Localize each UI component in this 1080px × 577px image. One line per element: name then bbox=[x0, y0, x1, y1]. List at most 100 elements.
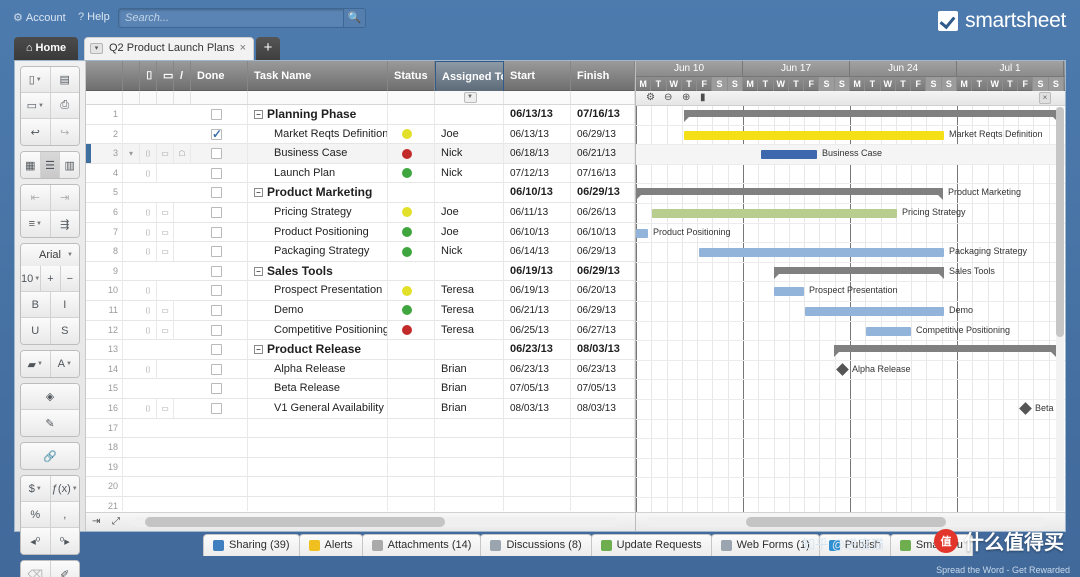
done-checkbox-cell[interactable] bbox=[191, 105, 248, 124]
start-date-cell[interactable] bbox=[504, 496, 571, 511]
finish-date-cell[interactable]: 06/29/13 bbox=[571, 124, 635, 144]
font-increase-icon[interactable]: + bbox=[41, 266, 61, 292]
checkbox-icon[interactable] bbox=[211, 246, 222, 258]
table-row[interactable]: 1 – Planning Phase 06/13/13 07/16/13 bbox=[86, 105, 635, 125]
column-header-expand[interactable] bbox=[123, 61, 140, 91]
table-row[interactable]: 13 – Product Release 06/23/13 08/03/13 bbox=[86, 340, 635, 360]
table-row[interactable]: 9 – Sales Tools 06/19/13 06/29/13 bbox=[86, 261, 635, 282]
status-yellow-icon[interactable] bbox=[402, 129, 412, 140]
tab-sheet[interactable]: ▾ Q2 Product Launch Plans × bbox=[84, 37, 254, 60]
status-green-icon[interactable] bbox=[402, 246, 412, 257]
table-row[interactable]: 14 ⌷ Alpha Release Brian 06/23/13 06/23/13 bbox=[86, 359, 635, 380]
row-number[interactable]: 19 bbox=[86, 457, 123, 477]
finish-date-cell[interactable]: 06/20/13 bbox=[571, 281, 635, 301]
paperclip-icon[interactable]: ⌷ bbox=[140, 320, 157, 340]
task-name-cell[interactable]: Prospect Presentation bbox=[248, 281, 388, 301]
table-row[interactable]: 15 Beta Release Brian 07/05/13 07/05/13 bbox=[86, 379, 635, 399]
checkbox-icon[interactable] bbox=[211, 109, 222, 120]
bold-icon[interactable]: B bbox=[21, 292, 51, 318]
done-checkbox-cell[interactable] bbox=[191, 242, 248, 262]
done-checkbox-cell[interactable] bbox=[191, 418, 248, 438]
bottom-tab-alerts[interactable]: Alerts bbox=[298, 534, 363, 556]
comment-icon[interactable]: ▭ bbox=[157, 320, 174, 340]
table-row[interactable]: 4 ⌷ Launch Plan Nick 07/12/13 07/16/13 bbox=[86, 163, 635, 184]
table-row[interactable]: 5 – Product Marketing 06/10/13 06/29/13 bbox=[86, 183, 635, 203]
table-row[interactable]: 18 bbox=[86, 438, 635, 458]
column-dropdown-icon[interactable]: ▼ bbox=[463, 92, 477, 103]
row-number[interactable]: 16 bbox=[86, 398, 123, 418]
start-date-cell[interactable]: 06/19/13 bbox=[504, 261, 571, 281]
spread-the-word-link[interactable]: Spread the Word - Get Rewarded bbox=[936, 565, 1070, 575]
finish-date-cell[interactable]: 06/26/13 bbox=[571, 202, 635, 222]
comment-icon[interactable]: ▭ bbox=[157, 222, 174, 242]
link-icon[interactable]: 🔗 bbox=[21, 443, 79, 469]
gantt-task-bar[interactable] bbox=[684, 130, 944, 140]
bottom-tab-web-forms[interactable]: Web Forms (1) bbox=[710, 534, 820, 556]
start-date-cell[interactable]: 07/05/13 bbox=[504, 379, 571, 399]
assigned-to-cell[interactable]: Teresa bbox=[435, 320, 504, 340]
status-cell[interactable] bbox=[388, 222, 435, 242]
assigned-to-cell[interactable]: Teresa bbox=[435, 300, 504, 320]
gantt-hscroll-thumb[interactable] bbox=[746, 517, 946, 527]
start-date-cell[interactable]: 06/21/13 bbox=[504, 300, 571, 320]
assigned-to-cell[interactable] bbox=[435, 477, 504, 497]
finish-date-cell[interactable]: 08/03/13 bbox=[571, 340, 635, 360]
finish-date-cell[interactable]: 07/16/13 bbox=[571, 163, 635, 183]
paperclip-icon[interactable]: ⌷ bbox=[140, 202, 157, 222]
assigned-to-cell[interactable] bbox=[435, 438, 504, 458]
chevron-down-icon[interactable]: ▾ bbox=[90, 43, 103, 54]
task-name-cell[interactable] bbox=[248, 418, 388, 438]
status-cell[interactable] bbox=[388, 320, 435, 340]
done-checkbox-cell[interactable] bbox=[191, 163, 248, 183]
done-checkbox-cell[interactable] bbox=[191, 261, 248, 281]
table-row[interactable]: 12 ⌷ ▭ Competitive Positioning Teresa 06/25/1… bbox=[86, 320, 635, 341]
format-painter-icon[interactable]: ✎ bbox=[21, 410, 79, 436]
finish-date-cell[interactable]: 06/27/13 bbox=[571, 320, 635, 340]
finish-date-cell[interactable] bbox=[571, 457, 635, 477]
column-header-assigned[interactable]: Assigned To bbox=[435, 61, 504, 91]
search-input[interactable] bbox=[125, 9, 343, 27]
assigned-to-cell[interactable] bbox=[435, 418, 504, 438]
grid-hscrollbar[interactable] bbox=[133, 517, 618, 527]
column-header-finish[interactable]: Finish bbox=[571, 61, 635, 91]
comment-icon[interactable]: ▭ bbox=[157, 300, 174, 320]
gantt-task-bar[interactable] bbox=[805, 306, 944, 316]
align-icon[interactable]: ≡ ▼ bbox=[21, 211, 51, 237]
start-date-cell[interactable]: 06/10/13 bbox=[504, 183, 571, 203]
done-checkbox-cell[interactable] bbox=[191, 320, 248, 340]
task-name-cell[interactable]: Packaging Strategy bbox=[248, 242, 388, 262]
close-icon[interactable]: × bbox=[240, 38, 246, 59]
column-header-done[interactable]: Done bbox=[191, 61, 248, 91]
bottom-tab-discussions[interactable]: Discussions (8) bbox=[480, 534, 592, 556]
start-date-cell[interactable]: 06/10/13 bbox=[504, 222, 571, 242]
status-yellow-icon[interactable] bbox=[402, 285, 412, 296]
assigned-to-cell[interactable] bbox=[435, 496, 504, 511]
checkbox-icon[interactable] bbox=[211, 285, 222, 297]
row-number[interactable]: 3 bbox=[86, 144, 123, 164]
row-number[interactable]: 14 bbox=[86, 359, 123, 379]
comment-icon[interactable]: ▭ bbox=[157, 242, 174, 262]
start-date-cell[interactable]: 07/12/13 bbox=[504, 163, 571, 183]
assigned-to-cell[interactable]: Nick bbox=[435, 144, 504, 164]
checkbox-icon[interactable] bbox=[211, 304, 222, 316]
row-number[interactable]: 13 bbox=[86, 340, 123, 360]
wrap-text-icon[interactable]: ⇶ bbox=[50, 211, 79, 237]
fill-color-icon[interactable]: ▰ ▼ bbox=[21, 351, 51, 377]
italic-icon[interactable]: I bbox=[50, 292, 79, 318]
task-name-cell[interactable] bbox=[248, 496, 388, 511]
calendar-view-icon[interactable]: ▥ bbox=[60, 152, 79, 178]
finish-date-cell[interactable]: 07/16/13 bbox=[571, 105, 635, 124]
start-date-cell[interactable]: 06/19/13 bbox=[504, 281, 571, 301]
table-row[interactable]: 20 bbox=[86, 477, 635, 497]
status-cell[interactable] bbox=[388, 477, 435, 497]
redo-icon[interactable]: ↪ bbox=[50, 119, 79, 145]
row-number[interactable]: 21 bbox=[86, 496, 123, 511]
start-date-cell[interactable] bbox=[504, 477, 571, 497]
column-header-status[interactable]: Status bbox=[388, 61, 435, 91]
task-name-cell[interactable]: Beta Release bbox=[248, 379, 388, 399]
done-checkbox-cell[interactable] bbox=[191, 477, 248, 497]
paperclip-icon[interactable]: ⌷ bbox=[140, 359, 157, 379]
paperclip-icon[interactable]: ⌷ bbox=[140, 163, 157, 183]
start-date-cell[interactable] bbox=[504, 418, 571, 438]
row-number[interactable]: 4 bbox=[86, 163, 123, 183]
